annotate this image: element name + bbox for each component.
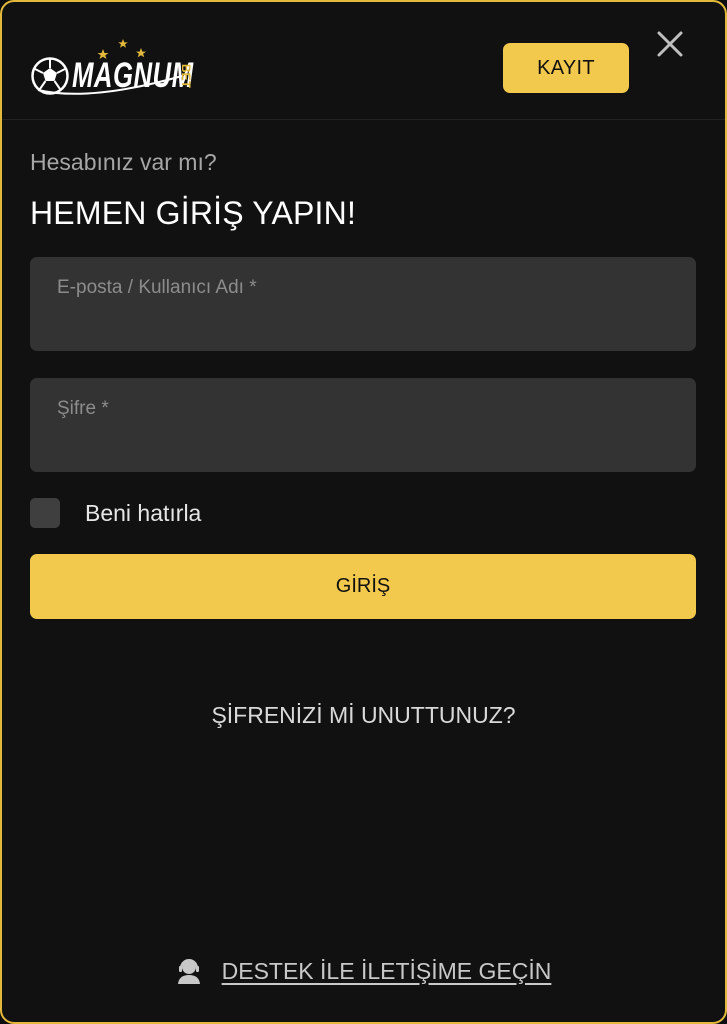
password-field[interactable]: Şifre * <box>30 378 696 472</box>
brand-logo[interactable]: MAGNUM BET <box>30 36 200 106</box>
close-icon[interactable] <box>654 28 686 60</box>
email-field[interactable]: E-posta / Kullanıcı Adı * <box>30 257 696 351</box>
email-placeholder: E-posta / Kullanıcı Adı * <box>57 277 257 298</box>
register-button[interactable]: KAYIT <box>503 43 629 93</box>
remember-checkbox[interactable] <box>30 498 60 528</box>
support-agent-icon <box>177 959 200 984</box>
login-subtitle: Hesabınız var mı? <box>30 149 217 175</box>
modal-header: MAGNUM BET KAYIT <box>2 2 725 120</box>
forgot-password-link[interactable]: ŞİFRENİZİ Mİ UNUTTUNUZ? <box>2 702 725 729</box>
soccer-ball-icon <box>31 57 69 95</box>
support-label[interactable]: DESTEK İLE İLETİŞİME GEÇİN <box>222 958 552 985</box>
remember-label[interactable]: Beni hatırla <box>85 500 201 527</box>
logo-text: MAGNUM <box>72 55 194 95</box>
remember-me[interactable]: Beni hatırla <box>30 498 201 528</box>
login-title: HEMEN GİRİŞ YAPIN! <box>30 195 357 231</box>
login-modal: MAGNUM BET KAYIT Hesabınız var mı? HEMEN… <box>0 0 727 1024</box>
password-placeholder: Şifre * <box>57 398 109 419</box>
support-link[interactable]: DESTEK İLE İLETİŞİME GEÇİN <box>2 957 725 985</box>
login-button[interactable]: GİRİŞ <box>30 554 696 619</box>
logo-subtext: BET <box>179 64 193 89</box>
